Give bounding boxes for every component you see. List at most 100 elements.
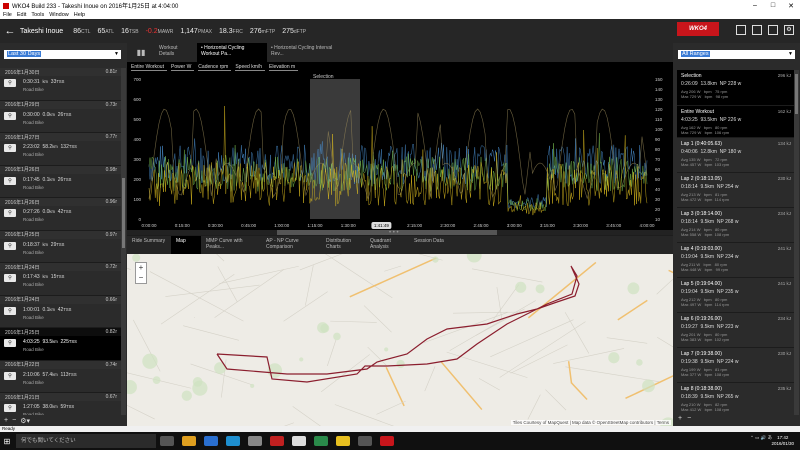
header-metric[interactable]: 86CTL — [73, 28, 90, 35]
remove-range-icon[interactable]: − — [687, 415, 691, 426]
add-workout-icon[interactable]: + — [4, 417, 8, 424]
workout-date-row[interactable]: 2016年1月22日 0.74r — [0, 360, 121, 369]
date-range-select[interactable]: Last 30 Days ▼ — [4, 50, 121, 59]
minimize-button[interactable]: – — [746, 2, 764, 9]
range-item[interactable]: Lap 8 (0:18:38.00) 235 kJ 0:18:39 9.5km … — [677, 383, 794, 415]
chart-icon[interactable]: ▮▮ — [127, 43, 155, 62]
header-metric[interactable]: 16TSB — [121, 28, 139, 35]
workout-date-row[interactable]: 2016年1月30日 0.81r — [0, 68, 121, 76]
range-item[interactable]: Lap 2 (0:18:13.05) 230 kJ 0:18:14 9.5km … — [677, 173, 794, 208]
range-item[interactable]: Lap 5 (0:19:04.00) 241 kJ 0:19:04 9.5km … — [677, 278, 794, 313]
workout-date-row[interactable]: 2016年1月24日 0.72r — [0, 263, 121, 271]
workout-list-scrollbar[interactable] — [121, 68, 126, 415]
store-icon[interactable] — [248, 436, 262, 446]
map-zoom-control[interactable]: + − — [135, 262, 147, 284]
edge-icon[interactable] — [204, 436, 218, 446]
system-tray[interactable]: ⌃ ▭ 🔊 あ — [750, 435, 772, 441]
layout-left-icon[interactable] — [736, 25, 746, 35]
subtab-distribution-charts[interactable]: Distribution Charts — [321, 236, 365, 254]
range-item[interactable]: Lap 6 (0:19:26.00) 234 kJ 0:19:27 9.5km … — [677, 313, 794, 348]
range-item[interactable]: Lap 3 (0:18:14.00) 234 kJ 0:18:14 9.5km … — [677, 208, 794, 243]
range-item[interactable]: Lap 1 (0:40:05.63) 134 kJ 0:40:06 12.8km… — [677, 138, 794, 173]
close-button[interactable]: ✕ — [782, 2, 800, 10]
header-metric[interactable]: 1,147PMAX — [180, 28, 212, 35]
menu-help[interactable]: Help — [74, 12, 85, 18]
header-metric[interactable]: 18.3FRC — [219, 28, 243, 35]
scrollbar-thumb[interactable] — [122, 178, 125, 248]
menu-window[interactable]: Window — [49, 12, 69, 18]
add-range-icon[interactable]: + — [678, 415, 682, 426]
app-red-icon[interactable] — [270, 436, 284, 446]
workout-date-row[interactable]: 2016年1月25日 0.82r — [0, 328, 121, 336]
map-attribution[interactable]: Tiles Courtesy of MapQuest | Map data © … — [510, 420, 671, 425]
subtab-ap-np-curve-comparison[interactable]: AP - NP Curve Comparison — [261, 236, 321, 254]
workout-item[interactable]: ⚲ 1:00:01 0.1km 42TSS Road Bike — [0, 303, 121, 328]
header-metric[interactable]: 276mFTP — [250, 28, 275, 35]
subtab-mmp-curve-with-peaks[interactable]: MMP Curve with Peaks... — [201, 236, 261, 254]
workout-plot[interactable]: Selection 700 600 500 400 300 200 100 0 150 140 130… — [127, 73, 673, 235]
route-map[interactable]: + − Tiles Courtesy of MapQuest | Map data… — [127, 254, 673, 426]
layout-bottom-icon[interactable] — [752, 25, 762, 35]
header-metric[interactable]: 275dFTP — [282, 28, 306, 35]
tab-workout-details[interactable]: Workout Details — [155, 43, 197, 62]
workout-item[interactable]: ⚲ 0:18:37 km 29TSS Road Bike — [0, 238, 121, 263]
menu-tools[interactable]: Tools — [31, 12, 44, 18]
range-list-scrollbar[interactable] — [794, 70, 799, 415]
workout-date-row[interactable]: 2016年1月24日 0.66r — [0, 295, 121, 304]
subtab-quadrant-analysis[interactable]: Quadrant Analysis — [365, 236, 409, 254]
athlete-name[interactable]: Takeshi Inoue — [20, 28, 63, 35]
range-item[interactable]: Selection 296 kJ 0:26:09 13.8km NP 228 w… — [677, 70, 794, 106]
taskbar-search[interactable]: 何でも聞いてください — [16, 434, 156, 448]
workout-item[interactable]: ⚲ 0:30:00 0.0km 26TSS Road Bike — [0, 108, 121, 133]
chrome-icon[interactable] — [182, 436, 196, 446]
range-item[interactable]: Entire Workout 162 kJ 4:03:25 93.5km NP … — [677, 106, 794, 138]
scrollbar-thumb[interactable] — [795, 74, 798, 114]
route-map-svg[interactable] — [127, 254, 673, 426]
ie-icon[interactable] — [226, 436, 240, 446]
taskbar-clock[interactable]: 17:42 2016/01/30 — [771, 435, 794, 447]
menu-edit[interactable]: Edit — [17, 12, 26, 18]
workout-date-row[interactable]: 2016年1月26日 0.98r — [0, 165, 121, 174]
explorer-icon[interactable] — [336, 436, 350, 446]
workout-date-row[interactable]: 2016年1月29日 0.73r — [0, 100, 121, 109]
app-white-icon[interactable] — [292, 436, 306, 446]
workout-date-row[interactable]: 2016年1月25日 0.97r — [0, 230, 121, 239]
tab-workout-pa[interactable]: • Horizontal Cycling Workout Pa... — [197, 43, 267, 62]
excel-icon[interactable] — [314, 436, 328, 446]
speed-dropdown[interactable]: Speed km/h — [235, 64, 266, 71]
power-dropdown[interactable]: Power W — [170, 64, 195, 71]
workout-item[interactable]: ⚲ 0:17:45 0.1km 26TSS Road Bike — [0, 173, 121, 198]
header-metric[interactable]: -0.2MAWR — [146, 28, 174, 35]
workout-item[interactable]: ⚲ 1:27:05 38.0km 59TSS Road Bike — [0, 401, 121, 415]
tab-interval-rev[interactable]: • Horizontal Cycling Interval Rev... — [267, 43, 337, 62]
task-view-icon[interactable] — [160, 436, 174, 446]
range-filter-select[interactable]: All Ranges ▼ — [678, 50, 795, 59]
workout-item[interactable]: ⚲ 2:10:06 57.4km 113TSS Road Bike — [0, 368, 121, 393]
workout-date-row[interactable]: 2016年1月21日 0.67r — [0, 393, 121, 401]
windows-start-icon[interactable]: ⊞ — [0, 437, 14, 446]
range-item[interactable]: Lap 4 (0:19:03.00) 241 kJ 0:19:04 9.5km … — [677, 243, 794, 278]
workout-item[interactable]: ⚲ 4:03:25 93.5km 225TSS Road Bike — [0, 336, 121, 361]
subtab-session-data[interactable]: Session Data — [409, 236, 453, 254]
workout-plot-svg[interactable]: Selection 700 600 500 400 300 200 100 0 150 140 130… — [127, 73, 673, 235]
app-gray-icon[interactable] — [358, 436, 372, 446]
header-metric[interactable]: 65ATL — [97, 28, 114, 35]
workout-item[interactable]: ⚲ 0:27:26 0.0km 42TSS Road Bike — [0, 206, 121, 231]
workout-date-row[interactable]: 2016年1月27日 0.77r — [0, 133, 121, 141]
back-arrow-icon[interactable]: ← — [0, 25, 20, 37]
range-dropdown[interactable]: Entire Workout — [131, 64, 167, 71]
workout-item[interactable]: ⚲ 2:23:02 58.2km 132TSS Road Bike — [0, 141, 121, 166]
workout-item[interactable]: ⚲ 0:17:43 km 15TSS Road Bike — [0, 271, 121, 296]
elevation-dropdown[interactable]: Elevation m — [269, 64, 299, 71]
layout-right-icon[interactable] — [768, 25, 778, 35]
subtab-ride-summary[interactable]: Ride Summary — [127, 236, 171, 254]
maximize-button[interactable]: □ — [764, 2, 782, 9]
gear-icon[interactable]: ⚙▾ — [20, 417, 30, 425]
menu-file[interactable]: File — [3, 12, 12, 18]
wko-taskbar-icon[interactable] — [380, 436, 394, 446]
range-item[interactable]: Lap 7 (0:19:38.00) 230 kJ 0:19:38 9.5km … — [677, 348, 794, 383]
subtab-map[interactable]: Map — [171, 236, 201, 254]
workout-date-row[interactable]: 2016年1月26日 0.96r — [0, 198, 121, 206]
workout-item[interactable]: ⚲ 0:30:31 km 33TSS Road Bike — [0, 76, 121, 101]
cadence-dropdown[interactable]: Cadence rpm — [198, 64, 232, 71]
